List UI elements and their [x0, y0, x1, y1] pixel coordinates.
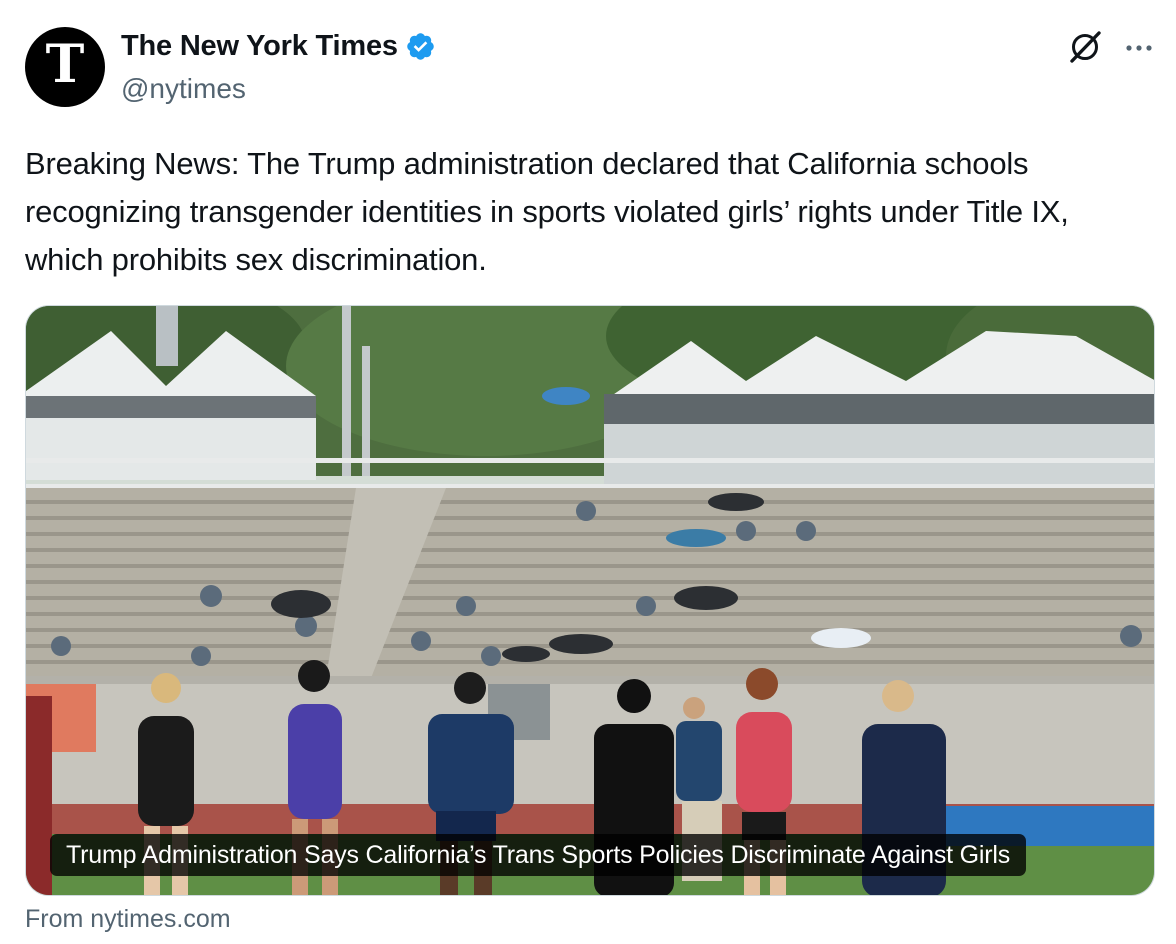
more-icon[interactable]	[1121, 30, 1157, 66]
avatar[interactable]: T	[25, 27, 105, 107]
article-photo	[26, 306, 1154, 895]
handle[interactable]: @nytimes	[121, 73, 246, 105]
link-source[interactable]: From nytimes.com	[25, 905, 231, 934]
author-name-row: The New York Times	[121, 30, 436, 63]
nyt-logo: T	[45, 34, 85, 95]
link-card[interactable]: Trump Administration Says California’s T…	[25, 305, 1155, 896]
verified-badge-icon	[407, 33, 434, 60]
display-name[interactable]: The New York Times	[121, 30, 398, 63]
link-card-title: Trump Administration Says California’s T…	[50, 834, 1027, 876]
grok-icon[interactable]	[1066, 28, 1104, 66]
tweet-text: Breaking News: The Trump administration …	[25, 146, 1069, 277]
